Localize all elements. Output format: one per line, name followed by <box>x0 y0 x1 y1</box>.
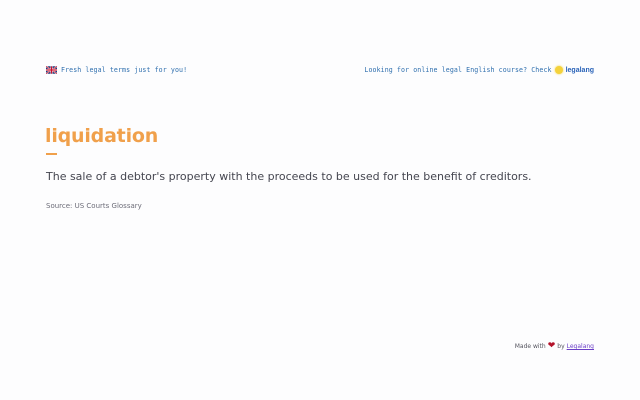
footer: Made with ❤ by Legalang <box>515 342 594 351</box>
promo-text: Looking for online legal English course?… <box>364 66 552 74</box>
term-source: Source: US Courts Glossary <box>46 202 142 210</box>
sun-icon <box>554 66 563 74</box>
footer-legalang-link[interactable]: Legalang <box>567 343 594 350</box>
footer-made-with: Made with <box>514 343 546 350</box>
tagline-group: Fresh legal terms just for you! <box>45 65 188 75</box>
heart-icon: ❤ <box>547 341 556 351</box>
title-underline <box>46 153 57 155</box>
term-definition: The sale of a debtor's property with the… <box>46 170 532 183</box>
legalang-link[interactable]: legalang <box>566 67 594 74</box>
uk-flag-icon <box>45 65 58 75</box>
top-bar: Fresh legal terms just for you! Looking … <box>45 64 594 76</box>
tagline-text: Fresh legal terms just for you! <box>61 66 188 74</box>
term-title: liquidation <box>45 125 159 147</box>
promo-group: Looking for online legal English course?… <box>364 66 594 74</box>
footer-by: by <box>557 343 565 350</box>
